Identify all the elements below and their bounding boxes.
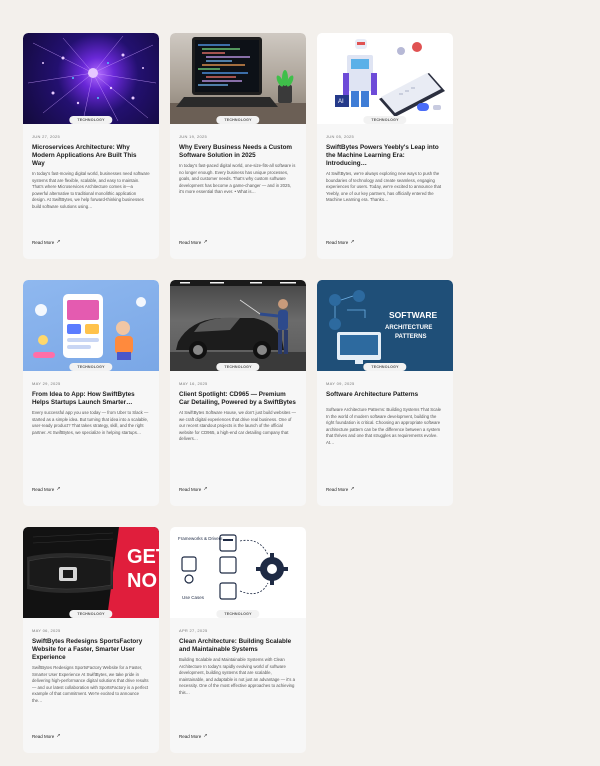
post-excerpt: At SwiftBytes Software House, we don't j… [179,410,296,441]
post-thumbnail-machine-learning[interactable]: AI [317,33,453,124]
read-more-link[interactable]: Read More ↗ [179,486,207,492]
post-title[interactable]: Client Spotlight: CD965 — Premium Car De… [179,391,297,407]
thumb-text-software: SOFTWARE [389,310,437,320]
blog-card[interactable]: TECHNOLOGY JUN 27, 2025 Microservices Ar… [23,33,159,259]
arrow-up-right-icon: ↗ [203,486,208,492]
blog-card[interactable]: TECHNOLOGY MAY 16, 2025 Client Spotlight… [170,280,306,506]
read-more-link[interactable]: Read More ↗ [32,239,60,245]
post-excerpt: In today's fast-paced digital world, one… [179,163,296,194]
post-date: APR 27, 2025 [179,628,208,633]
post-excerpt: At SwiftBytes, we're always exploring ne… [326,171,442,202]
post-date: MAY 06, 2025 [32,628,61,633]
post-title[interactable]: SwiftBytes Redesigns SportsFactory Websi… [32,638,150,662]
thumb-text-no: NO [127,570,157,592]
post-title[interactable]: Software Architecture Patterns [326,391,444,399]
read-more-label: Read More [32,733,55,739]
read-more-link[interactable]: Read More ↗ [32,733,60,739]
read-more-link[interactable]: Read More ↗ [179,733,207,739]
read-more-link[interactable]: Read More ↗ [326,486,354,492]
post-excerpt: Every successful app you use today — fro… [32,410,149,435]
post-title[interactable]: Clean Architecture: Building Scalable an… [179,638,297,654]
category-tag[interactable]: TECHNOLOGY [216,363,260,371]
post-date: JUN 05, 2025 [326,134,355,139]
thumb-text-frameworks: Frameworks & Drivers [178,536,223,541]
read-more-label: Read More [32,239,55,245]
blog-card[interactable]: SOFTWARE ARCHITECTURE PATTERNS TECHNOLOG… [317,280,453,506]
post-title[interactable]: From Idea to App: How SwiftBytes Helps S… [32,391,150,407]
post-thumbnail-clean-architecture[interactable]: Frameworks & Drivers Use Cases [170,527,306,618]
read-more-label: Read More [326,239,349,245]
post-date: JUN 19, 2025 [179,134,208,139]
read-more-label: Read More [179,239,202,245]
read-more-label: Read More [179,486,202,492]
post-thumbnail-idea-to-app[interactable] [23,280,159,371]
category-tag[interactable]: TECHNOLOGY [69,610,113,618]
svg-text:AI: AI [338,99,344,105]
arrow-up-right-icon: ↗ [203,239,208,245]
post-thumbnail-sportsfactory[interactable]: GET NO [23,527,159,618]
category-tag[interactable]: TECHNOLOGY [216,116,260,124]
arrow-up-right-icon: ↗ [56,733,61,739]
post-title[interactable]: Microservices Architecture: Why Modern A… [32,144,150,168]
category-tag[interactable]: TECHNOLOGY [216,610,260,618]
thumb-text-architecture: ARCHITECTURE [385,325,432,331]
read-more-link[interactable]: Read More ↗ [326,239,354,245]
post-excerpt: In today's fast-moving digital world, bu… [32,171,150,209]
post-date: MAY 29, 2025 [32,381,61,386]
post-date: JUN 27, 2025 [32,134,61,139]
arrow-up-right-icon: ↗ [203,733,208,739]
post-date: MAY 09, 2025 [326,381,355,386]
arrow-up-right-icon: ↗ [56,239,61,245]
post-thumbnail-custom-software[interactable] [170,33,306,124]
arrow-up-right-icon: ↗ [350,239,355,245]
read-more-label: Read More [326,486,349,492]
category-tag[interactable]: TECHNOLOGY [69,116,113,124]
blog-card[interactable]: AI TECHNOLOGY JUN 05, 2025 SwiftBytes Po… [317,33,453,259]
read-more-link[interactable]: Read More ↗ [179,239,207,245]
blog-card[interactable]: GET NO TECHNOLOGY MAY 06, 2025 SwiftByte… [23,527,159,753]
category-tag[interactable]: TECHNOLOGY [363,363,407,371]
post-excerpt: Building Scalable and Maintainable Syste… [179,657,295,695]
blog-card[interactable]: TECHNOLOGY JUN 19, 2025 Why Every Busine… [170,33,306,259]
post-excerpt: Software Architecture Patterns: Building… [326,407,442,445]
thumb-text-get: GET [127,546,159,568]
read-more-label: Read More [32,486,55,492]
post-thumbnail-car-detailing[interactable] [170,280,306,371]
arrow-up-right-icon: ↗ [56,486,61,492]
read-more-label: Read More [179,733,202,739]
post-title[interactable]: SwiftBytes Powers Yeebly's Leap into the… [326,144,444,168]
arrow-up-right-icon: ↗ [350,486,355,492]
thumb-text-patterns: PATTERNS [395,334,426,340]
blog-card[interactable]: Frameworks & Drivers Use Cases TECHNOLOG… [170,527,306,753]
category-tag[interactable]: TECHNOLOGY [363,116,407,124]
read-more-link[interactable]: Read More ↗ [32,486,60,492]
post-date: MAY 16, 2025 [179,381,208,386]
post-title[interactable]: Why Every Business Needs a Custom Softwa… [179,144,297,160]
blog-post-grid: TECHNOLOGY JUN 27, 2025 Microservices Ar… [23,33,453,753]
post-excerpt: SwiftBytes Redesigns SportsFactory Websi… [32,665,149,703]
post-thumbnail-microservices[interactable] [23,33,159,124]
category-tag[interactable]: TECHNOLOGY [69,363,113,371]
thumb-text-use-cases: Use Cases [182,595,205,600]
post-thumbnail-architecture-patterns[interactable]: SOFTWARE ARCHITECTURE PATTERNS [317,280,453,371]
blog-card[interactable]: TECHNOLOGY MAY 29, 2025 From Idea to App… [23,280,159,506]
